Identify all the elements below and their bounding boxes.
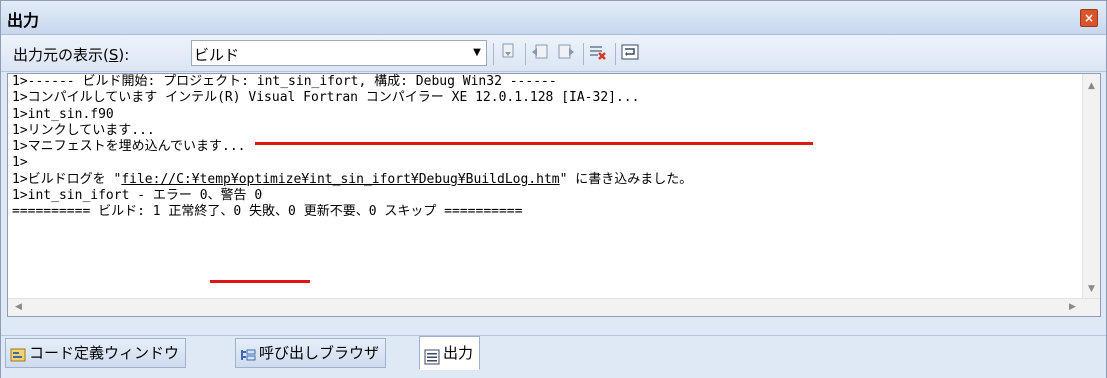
vertical-scrollbar[interactable]: ▲ ▼ [1082,74,1100,298]
next-message-icon[interactable] [556,43,576,63]
clear-all-icon[interactable] [588,43,608,63]
output-line: 1>コンパイルしています インテル(R) Visual Fortran コンパイ… [12,90,640,106]
scroll-left-icon[interactable]: ◀ [10,299,27,316]
output-source-label: 出力元の表示(S): [13,44,129,65]
chevron-down-icon[interactable]: ▼ [468,41,486,65]
output-pane[interactable]: 1>------ ビルド開始: プロジェクト: int_sin_ifort, 構… [7,73,1101,317]
buildlog-suffix: " に書き込みました。 [559,171,693,187]
source-label-post: ): [118,46,130,64]
output-line: 1>リンクしています... [12,122,155,138]
scroll-up-icon[interactable]: ▲ [1083,78,1100,95]
call-browser-icon [240,344,256,361]
title-bar: 出力 × [1,1,1106,35]
tab-label: 出力 [443,344,474,362]
output-window: 出力 × 出力元の表示(S): ビルド ▼ 1>------ ビルド開始: プロ… [0,0,1107,378]
word-wrap-icon[interactable] [620,43,640,63]
tab-call-browser[interactable]: 呼び出しブラウザ [235,338,387,368]
code-definition-icon [10,344,26,362]
toolbar: 出力元の表示(S): ビルド ▼ [1,35,1106,72]
source-label-pre: 出力元の表示( [13,46,109,64]
output-line: ========== ビルド: 1 正常終了、0 失敗、0 更新不要、0 スキッ… [12,204,523,220]
success-highlight-underline [210,280,310,283]
buildlog-link[interactable]: file://C:¥temp¥optimize¥int_sin_ifort¥De… [121,172,559,187]
toolbar-separator [525,43,526,65]
output-icon [424,344,440,365]
output-source-select[interactable]: ビルド ▼ [191,40,487,66]
buildlog-prefix: 1>ビルドログを " [12,171,122,187]
close-button[interactable]: × [1080,9,1098,27]
compiler-highlight-underline [255,142,813,145]
output-line-buildlog: 1>ビルドログを "file://C:¥temp¥optimize¥int_si… [12,172,1072,188]
find-message-icon[interactable] [498,43,518,63]
tab-label: 呼び出しブラウザ [259,344,380,362]
scroll-right-icon[interactable]: ▶ [1064,299,1081,316]
tool-window-tabs: コード定義ウィンドウ 呼び出しブラウザ 出力 [1,335,1106,378]
output-line: 1>------ ビルド開始: プロジェクト: int_sin_ifort, 構… [12,74,557,89]
previous-message-icon[interactable] [530,43,550,63]
tab-code-definition[interactable]: コード定義ウィンドウ [5,338,187,368]
tab-output[interactable]: 出力 [419,336,481,370]
toolbar-separator [493,43,494,65]
toolbar-separator [583,43,584,65]
output-line: 1>int_sin.f90 [12,106,114,122]
toolbar-separator [615,43,616,65]
output-line: 1>int_sin_ifort - エラー 0、警告 0 [12,188,263,204]
tab-label: コード定義ウィンドウ [29,344,180,362]
output-text[interactable]: 1>------ ビルド開始: プロジェクト: int_sin_ifort, 構… [12,74,1072,294]
horizontal-scrollbar[interactable]: ◀ ▶ [8,298,1100,316]
window-title: 出力 [7,11,40,30]
output-source-value: ビルド [194,46,240,64]
output-line: 1> [12,155,28,171]
source-label-accesskey: S [108,46,119,64]
scroll-down-icon[interactable]: ▼ [1083,281,1100,298]
